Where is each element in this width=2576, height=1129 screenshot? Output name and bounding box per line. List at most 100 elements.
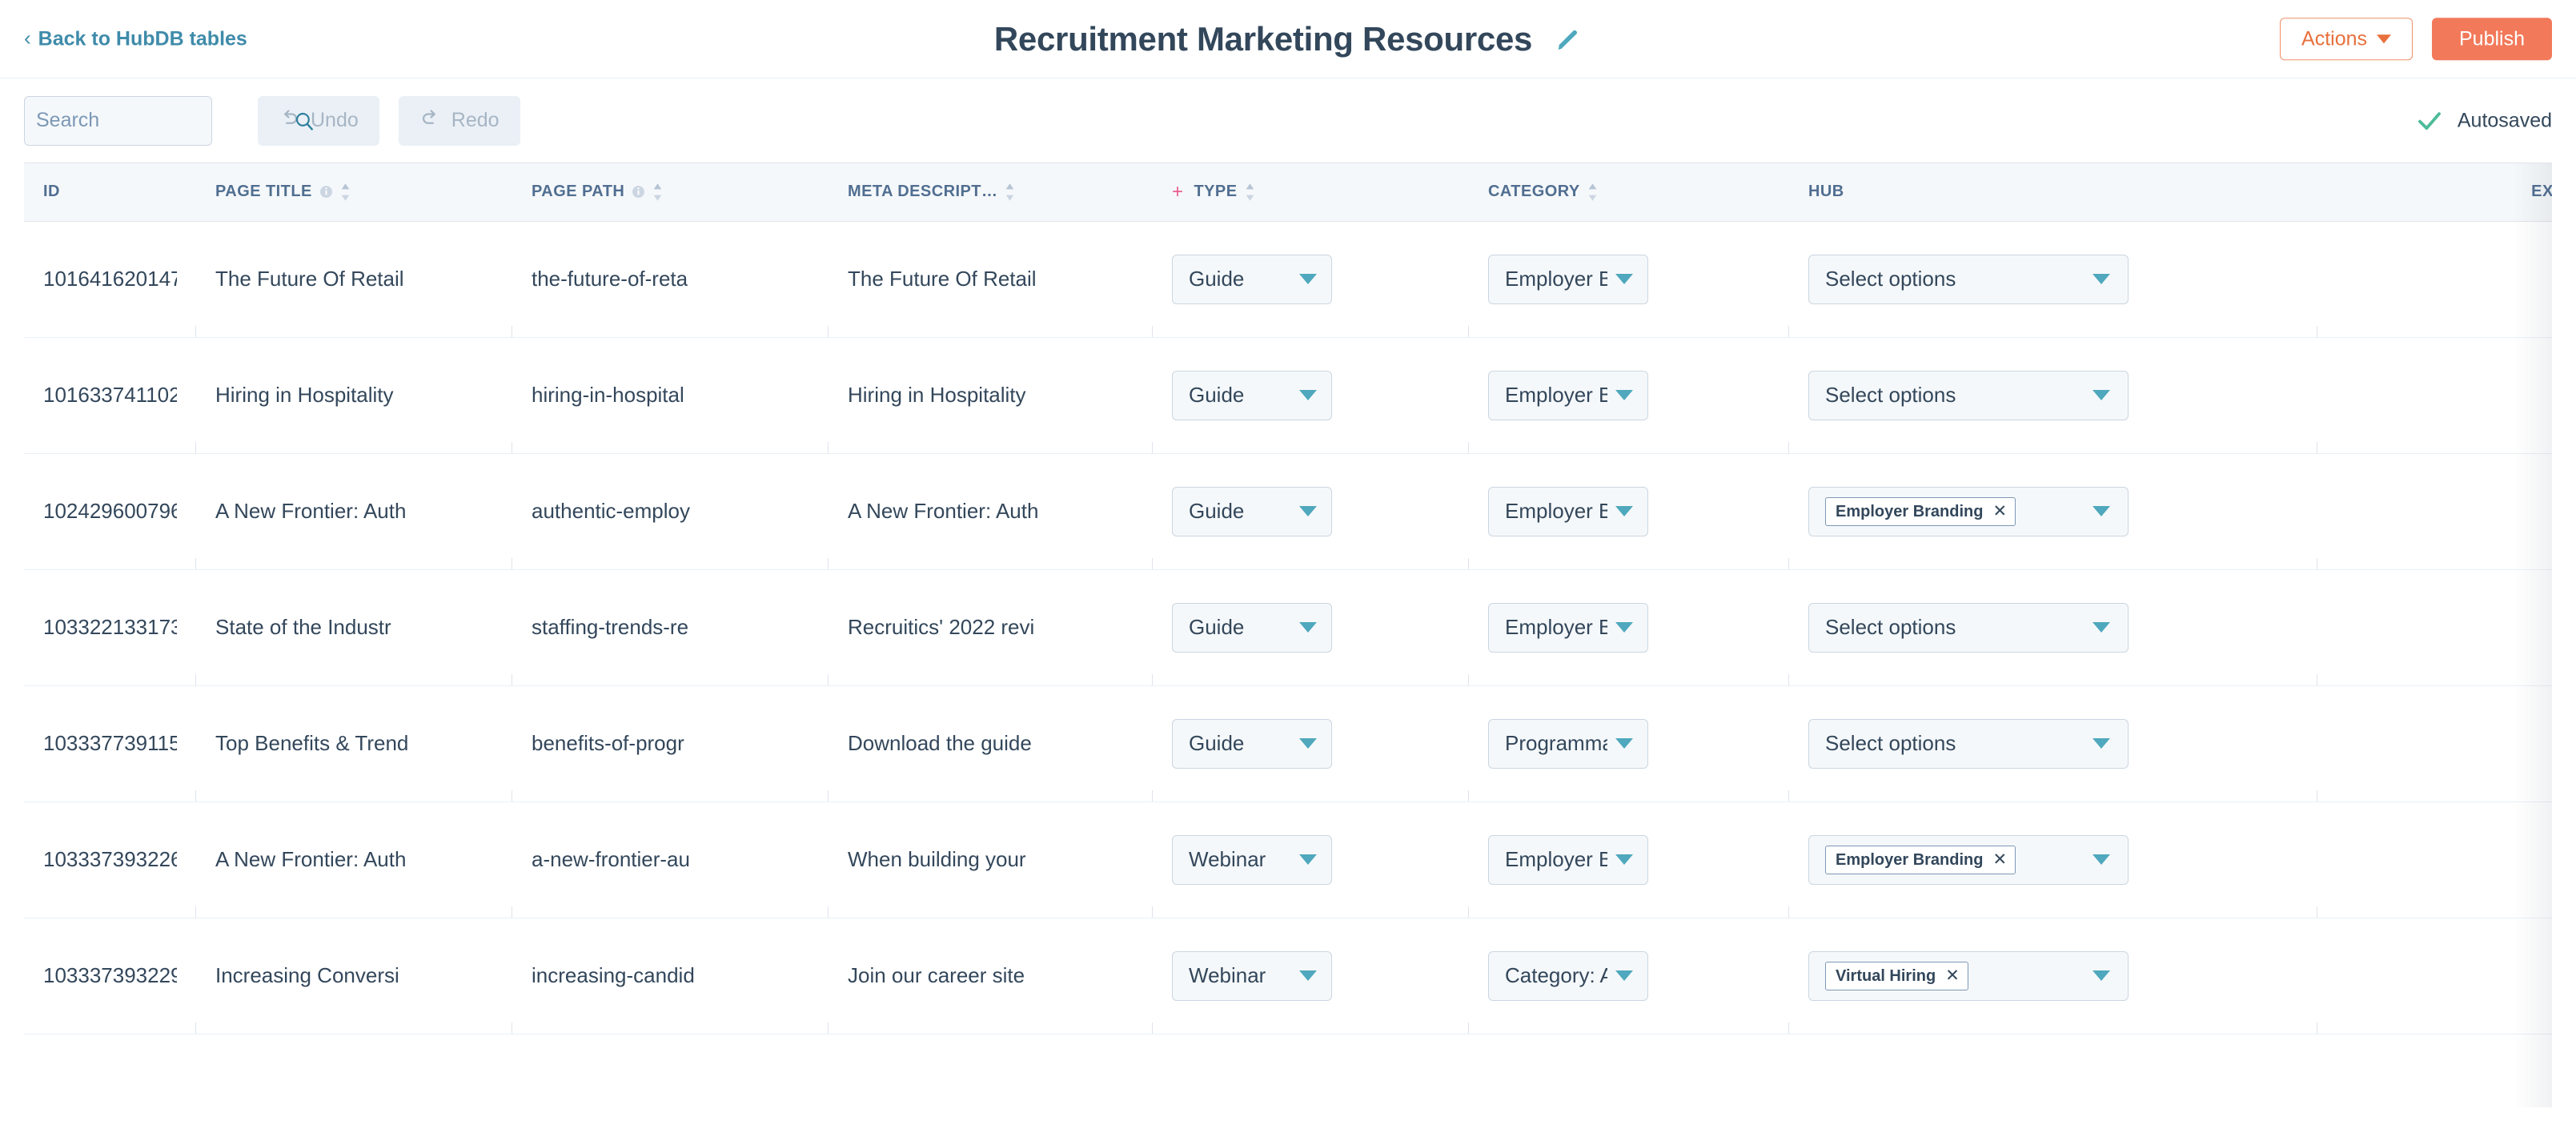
- cell-page-path[interactable]: authentic-employ: [512, 453, 829, 569]
- cell-id[interactable]: 101633741102: [24, 337, 196, 453]
- hub-select-placeholder: Select options: [1825, 383, 2084, 408]
- remove-tag-icon[interactable]: ✕: [1992, 851, 2007, 868]
- remove-tag-icon[interactable]: ✕: [1992, 503, 2007, 520]
- redo-button[interactable]: Redo: [399, 96, 520, 146]
- cell-id[interactable]: 101641620147: [24, 221, 196, 337]
- category-select[interactable]: Employer Bra: [1488, 835, 1648, 885]
- category-select[interactable]: Employer Bra: [1488, 603, 1648, 653]
- sort-toggle-icon[interactable]: [340, 183, 351, 202]
- column-header-hub[interactable]: HUB: [1789, 163, 2317, 221]
- sort-toggle-icon[interactable]: [1587, 183, 1598, 202]
- remove-tag-icon[interactable]: ✕: [1945, 967, 1960, 984]
- hub-multiselect[interactable]: Select options: [1808, 603, 2129, 653]
- category-select[interactable]: Employer Bra: [1488, 255, 1648, 304]
- cell-type: Guide: [1153, 337, 1469, 453]
- search-box[interactable]: [24, 96, 212, 146]
- sort-toggle-icon[interactable]: [1245, 183, 1255, 202]
- cell-meta-description[interactable]: A New Frontier: Auth: [829, 453, 1153, 569]
- category-select[interactable]: Employer Bra: [1488, 371, 1648, 420]
- cell-page-path[interactable]: staffing-trends-re: [512, 569, 829, 685]
- info-icon[interactable]: [632, 185, 645, 199]
- info-icon[interactable]: [319, 185, 333, 199]
- cell-meta-description[interactable]: Download the guide: [829, 685, 1153, 802]
- cell-id-text: 101633741102: [43, 383, 177, 408]
- publish-button[interactable]: Publish: [2432, 18, 2552, 61]
- type-select-value: Guide: [1189, 615, 1291, 640]
- cell-external[interactable]: [2317, 569, 2552, 685]
- sort-toggle-icon[interactable]: [652, 183, 663, 202]
- cell-hub: Select options: [1789, 337, 2317, 453]
- cell-page-title[interactable]: The Future Of Retail: [196, 221, 512, 337]
- column-header-category[interactable]: CATEGORY: [1469, 163, 1789, 221]
- hub-multiselect[interactable]: Select options: [1808, 255, 2129, 304]
- cell-external[interactable]: [2317, 685, 2552, 802]
- cell-external[interactable]: [2317, 918, 2552, 1034]
- cell-id-text: 101641620147: [43, 267, 177, 291]
- cell-id[interactable]: 103337739115: [24, 685, 196, 802]
- plus-icon[interactable]: +: [1172, 183, 1183, 202]
- cell-meta-description[interactable]: Recruitics' 2022 revi: [829, 569, 1153, 685]
- cell-page-path[interactable]: the-future-of-reta: [512, 221, 829, 337]
- cell-page-path[interactable]: hiring-in-hospital: [512, 337, 829, 453]
- cell-page-path[interactable]: increasing-candid: [512, 918, 829, 1034]
- cell-meta-description[interactable]: Hiring in Hospitality: [829, 337, 1153, 453]
- category-select[interactable]: Employer Bra: [1488, 487, 1648, 536]
- cell-page-path[interactable]: benefits-of-progr: [512, 685, 829, 802]
- hub-tag[interactable]: Employer Branding ✕: [1825, 846, 2016, 874]
- cell-page-path-text: benefits-of-progr: [532, 731, 809, 756]
- cell-meta-description[interactable]: When building your: [829, 802, 1153, 918]
- cell-page-title[interactable]: State of the Industr: [196, 569, 512, 685]
- category-select[interactable]: Category: ALL: [1488, 951, 1648, 1001]
- cell-meta-description[interactable]: The Future Of Retail: [829, 221, 1153, 337]
- type-select[interactable]: Webinar: [1172, 835, 1332, 885]
- column-header-external[interactable]: EXTERN: [2317, 163, 2552, 221]
- cell-page-title[interactable]: A New Frontier: Auth: [196, 453, 512, 569]
- column-header-type[interactable]: + TYPE: [1153, 163, 1469, 221]
- cell-page-path[interactable]: a-new-frontier-au: [512, 802, 829, 918]
- column-header-id[interactable]: ID: [24, 163, 196, 221]
- hub-multiselect[interactable]: Virtual Hiring ✕: [1808, 951, 2129, 1001]
- sort-toggle-icon[interactable]: [1005, 183, 1015, 202]
- back-to-hubdb-tables-link[interactable]: ‹ Back to HubDB tables: [24, 27, 247, 50]
- cell-id[interactable]: 103337393226: [24, 802, 196, 918]
- category-select[interactable]: Programmatic: [1488, 719, 1648, 769]
- type-select[interactable]: Guide: [1172, 371, 1332, 420]
- cell-external[interactable]: [2317, 802, 2552, 918]
- hub-tag[interactable]: Virtual Hiring ✕: [1825, 962, 1968, 990]
- type-select[interactable]: Webinar: [1172, 951, 1332, 1001]
- cell-page-title-text: Hiring in Hospitality: [215, 383, 493, 408]
- pencil-icon[interactable]: [1555, 26, 1582, 53]
- cell-id[interactable]: 102429600796: [24, 453, 196, 569]
- search-input[interactable]: [36, 109, 294, 132]
- column-header-page-title[interactable]: PAGE TITLE: [196, 163, 512, 221]
- type-select[interactable]: Guide: [1172, 603, 1332, 653]
- cell-id[interactable]: 103322133173: [24, 569, 196, 685]
- cell-external[interactable]: [2317, 221, 2552, 337]
- hub-multiselect[interactable]: Employer Branding ✕: [1808, 487, 2129, 536]
- page-title-group: Recruitment Marketing Resources: [994, 20, 1582, 58]
- search-icon[interactable]: [294, 110, 315, 131]
- chevron-down-icon: [1615, 622, 1633, 633]
- cell-meta-description[interactable]: Join our career site: [829, 918, 1153, 1034]
- cell-id[interactable]: 103337393229: [24, 918, 196, 1034]
- cell-page-title[interactable]: A New Frontier: Auth: [196, 802, 512, 918]
- hub-multiselect[interactable]: Select options: [1808, 719, 2129, 769]
- type-select[interactable]: Guide: [1172, 487, 1332, 536]
- cell-page-title[interactable]: Hiring in Hospitality: [196, 337, 512, 453]
- hub-tag[interactable]: Employer Branding ✕: [1825, 497, 2016, 526]
- cell-external[interactable]: [2317, 453, 2552, 569]
- type-select[interactable]: Guide: [1172, 255, 1332, 304]
- column-header-meta-description[interactable]: META DESCRIPT…: [829, 163, 1153, 221]
- cell-external[interactable]: [2317, 337, 2552, 453]
- cell-page-title[interactable]: Top Benefits & Trend: [196, 685, 512, 802]
- type-select[interactable]: Guide: [1172, 719, 1332, 769]
- table-row: 101633741102 Hiring in Hospitality hirin…: [24, 337, 2552, 453]
- column-header-page-path[interactable]: PAGE PATH: [512, 163, 829, 221]
- hub-multiselect[interactable]: Employer Branding ✕: [1808, 835, 2129, 885]
- cell-page-title[interactable]: Increasing Conversi: [196, 918, 512, 1034]
- actions-button[interactable]: Actions: [2280, 18, 2413, 61]
- chevron-down-icon: [2092, 506, 2110, 516]
- hub-select-placeholder: Select options: [1825, 615, 2084, 640]
- cell-page-title-text: A New Frontier: Auth: [215, 847, 493, 872]
- hub-multiselect[interactable]: Select options: [1808, 371, 2129, 420]
